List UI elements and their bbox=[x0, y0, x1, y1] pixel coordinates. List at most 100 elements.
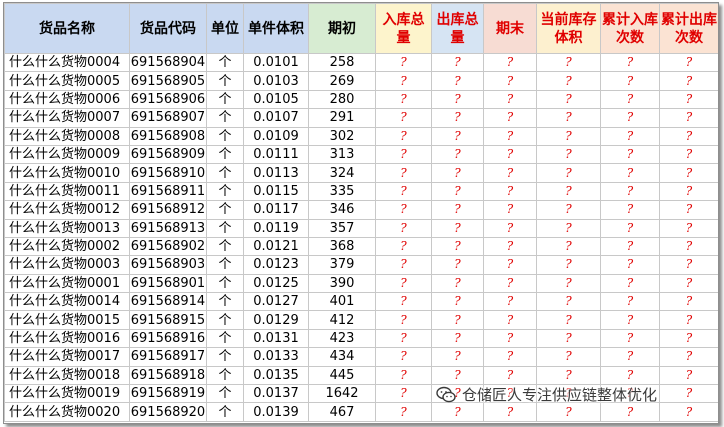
opening-cell[interactable]: 445 bbox=[308, 365, 376, 386]
opening-cell[interactable]: 412 bbox=[308, 310, 376, 330]
inbound-total-cell[interactable]: ? bbox=[375, 52, 432, 73]
current-volume-cell[interactable]: ? bbox=[536, 347, 601, 367]
volume-cell[interactable]: 0.0115 bbox=[243, 181, 309, 202]
inbound-total-cell[interactable]: ? bbox=[375, 200, 432, 220]
unit-cell[interactable]: 个 bbox=[206, 365, 244, 386]
unit-cell[interactable]: 个 bbox=[206, 384, 244, 404]
opening-cell[interactable]: 335 bbox=[308, 181, 376, 202]
opening-cell[interactable]: 258 bbox=[308, 52, 376, 73]
closing-cell[interactable]: ? bbox=[483, 347, 537, 367]
volume-cell[interactable]: 0.0129 bbox=[243, 310, 309, 330]
current-volume-cell[interactable]: ? bbox=[536, 163, 601, 183]
closing-cell[interactable]: ? bbox=[483, 200, 537, 220]
unit-cell[interactable]: 个 bbox=[206, 126, 244, 146]
outbound-count-cell[interactable]: ? bbox=[659, 126, 718, 146]
inbound-count-cell[interactable]: ? bbox=[600, 328, 660, 349]
outbound-count-cell[interactable]: ? bbox=[659, 310, 718, 330]
name-cell[interactable]: 什么什么货物0011 bbox=[4, 181, 130, 202]
outbound-count-cell[interactable]: ? bbox=[659, 328, 718, 349]
unit-cell[interactable]: 个 bbox=[206, 71, 244, 91]
current-volume-cell[interactable]: ? bbox=[536, 255, 601, 275]
outbound-total-cell[interactable]: ? bbox=[431, 365, 484, 386]
code-cell[interactable]: 691568905 bbox=[129, 71, 207, 91]
name-cell[interactable]: 什么什么货物0003 bbox=[4, 255, 130, 275]
inbound-total-cell[interactable]: ? bbox=[375, 402, 432, 422]
outbound-count-cell[interactable]: ? bbox=[659, 163, 718, 183]
current-volume-cell[interactable]: ? bbox=[536, 236, 601, 257]
code-cell[interactable]: 691568920 bbox=[129, 402, 207, 422]
inbound-count-cell[interactable]: ? bbox=[600, 273, 660, 294]
inbound-total-cell[interactable]: ? bbox=[375, 347, 432, 367]
current-volume-cell[interactable]: ? bbox=[536, 328, 601, 349]
inbound-total-cell[interactable]: ? bbox=[375, 163, 432, 183]
inbound-count-cell[interactable]: ? bbox=[600, 200, 660, 220]
outbound-count-cell[interactable]: ? bbox=[659, 292, 718, 312]
closing-cell[interactable]: ? bbox=[483, 218, 537, 238]
outbound-total-cell[interactable]: ? bbox=[431, 255, 484, 275]
unit-cell[interactable]: 个 bbox=[206, 108, 244, 128]
outbound-total-cell[interactable]: ? bbox=[431, 144, 484, 165]
outbound-count-cell[interactable]: ? bbox=[659, 236, 718, 257]
inbound-count-cell[interactable]: ? bbox=[600, 126, 660, 146]
code-cell[interactable]: 691568915 bbox=[129, 310, 207, 330]
outbound-count-cell[interactable]: ? bbox=[659, 200, 718, 220]
inbound-count-cell[interactable]: ? bbox=[600, 163, 660, 183]
inbound-count-cell[interactable]: ? bbox=[600, 365, 660, 386]
inbound-count-cell[interactable]: ? bbox=[600, 236, 660, 257]
unit-cell[interactable]: 个 bbox=[206, 292, 244, 312]
outbound-count-cell[interactable]: ? bbox=[659, 181, 718, 202]
name-cell[interactable]: 什么什么货物0009 bbox=[4, 144, 130, 165]
opening-cell[interactable]: 291 bbox=[308, 108, 376, 128]
name-cell[interactable]: 什么什么货物0004 bbox=[4, 52, 130, 73]
unit-cell[interactable]: 个 bbox=[206, 181, 244, 202]
outbound-total-cell[interactable]: ? bbox=[431, 236, 484, 257]
inbound-total-cell[interactable]: ? bbox=[375, 108, 432, 128]
current-volume-cell[interactable]: ? bbox=[536, 292, 601, 312]
closing-cell[interactable]: ? bbox=[483, 292, 537, 312]
opening-cell[interactable]: 1642 bbox=[308, 384, 376, 404]
inbound-total-cell[interactable]: ? bbox=[375, 71, 432, 91]
current-volume-cell[interactable]: ? bbox=[536, 402, 601, 422]
inbound-total-cell[interactable]: ? bbox=[375, 273, 432, 294]
inbound-count-cell[interactable]: ? bbox=[600, 89, 660, 110]
name-cell[interactable]: 什么什么货物0007 bbox=[4, 108, 130, 128]
opening-cell[interactable]: 368 bbox=[308, 236, 376, 257]
opening-cell[interactable]: 324 bbox=[308, 163, 376, 183]
code-cell[interactable]: 691568903 bbox=[129, 255, 207, 275]
code-cell[interactable]: 691568919 bbox=[129, 384, 207, 404]
code-cell[interactable]: 691568902 bbox=[129, 236, 207, 257]
volume-cell[interactable]: 0.0117 bbox=[243, 200, 309, 220]
volume-cell[interactable]: 0.0121 bbox=[243, 236, 309, 257]
inbound-count-cell[interactable]: ? bbox=[600, 292, 660, 312]
header-opening[interactable]: 期初 bbox=[308, 3, 376, 54]
current-volume-cell[interactable]: ? bbox=[536, 218, 601, 238]
inbound-count-cell[interactable]: ? bbox=[600, 144, 660, 165]
closing-cell[interactable]: ? bbox=[483, 273, 537, 294]
name-cell[interactable]: 什么什么货物0001 bbox=[4, 273, 130, 294]
volume-cell[interactable]: 0.0137 bbox=[243, 384, 309, 404]
current-volume-cell[interactable]: ? bbox=[536, 310, 601, 330]
name-cell[interactable]: 什么什么货物0005 bbox=[4, 71, 130, 91]
opening-cell[interactable]: 357 bbox=[308, 218, 376, 238]
volume-cell[interactable]: 0.0101 bbox=[243, 52, 309, 73]
closing-cell[interactable]: ? bbox=[483, 310, 537, 330]
closing-cell[interactable]: ? bbox=[483, 236, 537, 257]
name-cell[interactable]: 什么什么货物0012 bbox=[4, 200, 130, 220]
header-code[interactable]: 货品代码 bbox=[129, 3, 207, 54]
inbound-total-cell[interactable]: ? bbox=[375, 218, 432, 238]
inbound-total-cell[interactable]: ? bbox=[375, 292, 432, 312]
inbound-count-cell[interactable]: ? bbox=[600, 181, 660, 202]
opening-cell[interactable]: 280 bbox=[308, 89, 376, 110]
opening-cell[interactable]: 390 bbox=[308, 273, 376, 294]
name-cell[interactable]: 什么什么货物0017 bbox=[4, 347, 130, 367]
inbound-total-cell[interactable]: ? bbox=[375, 89, 432, 110]
code-cell[interactable]: 691568907 bbox=[129, 108, 207, 128]
closing-cell[interactable]: ? bbox=[483, 71, 537, 91]
unit-cell[interactable]: 个 bbox=[206, 236, 244, 257]
volume-cell[interactable]: 0.0111 bbox=[243, 144, 309, 165]
outbound-count-cell[interactable]: ? bbox=[659, 347, 718, 367]
unit-cell[interactable]: 个 bbox=[206, 89, 244, 110]
unit-cell[interactable]: 个 bbox=[206, 328, 244, 349]
volume-cell[interactable]: 0.0105 bbox=[243, 89, 309, 110]
outbound-count-cell[interactable]: ? bbox=[659, 108, 718, 128]
